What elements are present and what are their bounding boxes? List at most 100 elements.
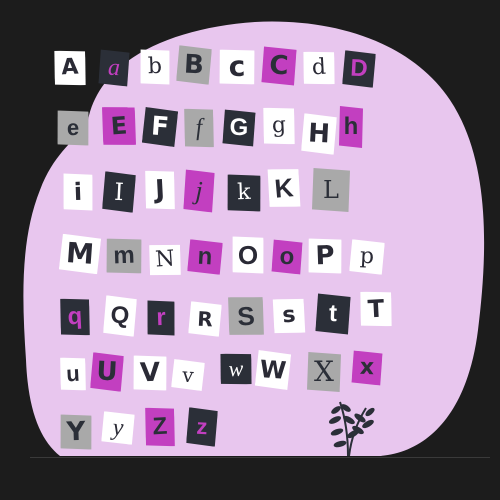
letter-tile-Q: Q — [103, 295, 137, 337]
letter-tile-k: k — [226, 173, 261, 212]
letter: t — [328, 299, 338, 328]
letter: O — [237, 239, 259, 271]
letter-tile-R: R — [188, 301, 222, 337]
letter: Q — [109, 301, 131, 330]
letter: R — [196, 306, 214, 332]
letter: X — [314, 355, 334, 388]
letter-tile-C: C — [261, 46, 296, 85]
letter-tile-N: N — [148, 243, 182, 277]
letter-tile-O: O — [231, 235, 264, 274]
letter-tile-i: i — [62, 172, 93, 211]
letter: z — [195, 413, 209, 440]
letter: B — [183, 49, 205, 81]
ground-line — [30, 457, 490, 458]
letter-tile-v: v — [171, 359, 205, 391]
letter-tile-B: B — [176, 45, 212, 85]
letter-tile-S: S — [227, 295, 266, 337]
letter-tile-m: m — [105, 237, 142, 274]
letter-tile-a: a — [98, 49, 129, 86]
letter-tile-u: u — [59, 356, 87, 391]
letter: p — [359, 243, 375, 270]
letter-tile-X: X — [307, 352, 341, 392]
letter-tile-D: D — [342, 50, 376, 88]
letter: G — [229, 113, 249, 142]
letter-tile-P: P — [307, 237, 342, 274]
letter: S — [236, 300, 256, 332]
letter-tile-V: V — [132, 354, 167, 391]
letter-tile-I: I — [102, 171, 136, 213]
alphabet-collage: A a b B c C d D e E F f G g H h i I J j … — [0, 0, 500, 500]
letter-tile-J: J — [144, 169, 176, 211]
letter: b — [147, 53, 163, 80]
letter: W — [258, 355, 288, 385]
letter-tile-U: U — [90, 352, 124, 392]
letter: y — [111, 414, 125, 442]
letter: x — [359, 354, 375, 381]
letter-tile-r: r — [146, 300, 175, 337]
letter: s — [281, 302, 297, 329]
letter-tile-y: y — [101, 411, 135, 445]
letter: g — [271, 112, 287, 139]
letter: J — [154, 174, 166, 206]
letter-tile-Z: Z — [144, 406, 176, 448]
letter-tile-K: K — [266, 167, 301, 210]
letter-tile-g: g — [262, 106, 296, 146]
letter: q — [66, 302, 83, 331]
letter-tile-L: L — [312, 168, 350, 212]
letter: j — [194, 175, 204, 206]
letter-tile-G: G — [222, 109, 255, 146]
letter: h — [343, 113, 359, 140]
letter-tile-h: h — [339, 106, 363, 148]
letter: F — [150, 111, 170, 143]
letter: A — [60, 54, 80, 81]
letter-tile-s: s — [271, 297, 306, 336]
letter: v — [181, 362, 195, 388]
letter-tile-q: q — [59, 297, 91, 337]
letter: a — [107, 54, 121, 82]
letter-tile-M: M — [59, 234, 102, 275]
letter: I — [113, 177, 125, 207]
letter: w — [227, 355, 244, 382]
letter-tile-w: w — [219, 352, 253, 386]
letter-tile-j: j — [183, 169, 214, 212]
letter-tile-Y: Y — [59, 413, 92, 450]
letter-tile-x: x — [351, 350, 382, 385]
plant-sprig-icon — [328, 401, 375, 457]
letter-tile-t: t — [315, 293, 350, 334]
letter: Z — [151, 412, 168, 441]
letter-tile-W: W — [255, 350, 292, 390]
letter: i — [73, 177, 83, 207]
letter-tile-o: o — [271, 239, 302, 274]
letter: m — [112, 241, 136, 270]
letter: H — [307, 118, 331, 150]
letter: E — [109, 111, 129, 141]
letter: n — [196, 242, 214, 271]
letter: U — [95, 356, 119, 388]
letter-tile-b: b — [139, 48, 170, 85]
letter: c — [228, 49, 246, 84]
letter: o — [279, 242, 295, 271]
letter: f — [194, 114, 204, 142]
letter: K — [273, 172, 295, 204]
letter-tile-F: F — [142, 107, 179, 147]
letter: Y — [66, 416, 86, 448]
letter-tile-A: A — [53, 49, 87, 87]
letter: N — [154, 246, 176, 273]
letter: u — [65, 360, 81, 387]
letter: D — [349, 54, 369, 83]
letter-tile-T: T — [359, 290, 393, 328]
letter: e — [66, 114, 80, 141]
letter-tile-c: c — [218, 48, 255, 85]
letter-tile-H: H — [301, 113, 337, 155]
letter-tile-z: z — [186, 407, 218, 447]
letter: T — [367, 294, 385, 324]
letter-tile-e: e — [56, 109, 89, 146]
letter: k — [236, 179, 252, 206]
letter: P — [314, 240, 336, 272]
letter-tile-E: E — [101, 105, 138, 147]
letter: M — [64, 236, 96, 271]
letter: L — [323, 176, 339, 204]
letter: C — [268, 50, 290, 82]
letter: r — [155, 303, 167, 332]
letter: d — [311, 54, 327, 81]
